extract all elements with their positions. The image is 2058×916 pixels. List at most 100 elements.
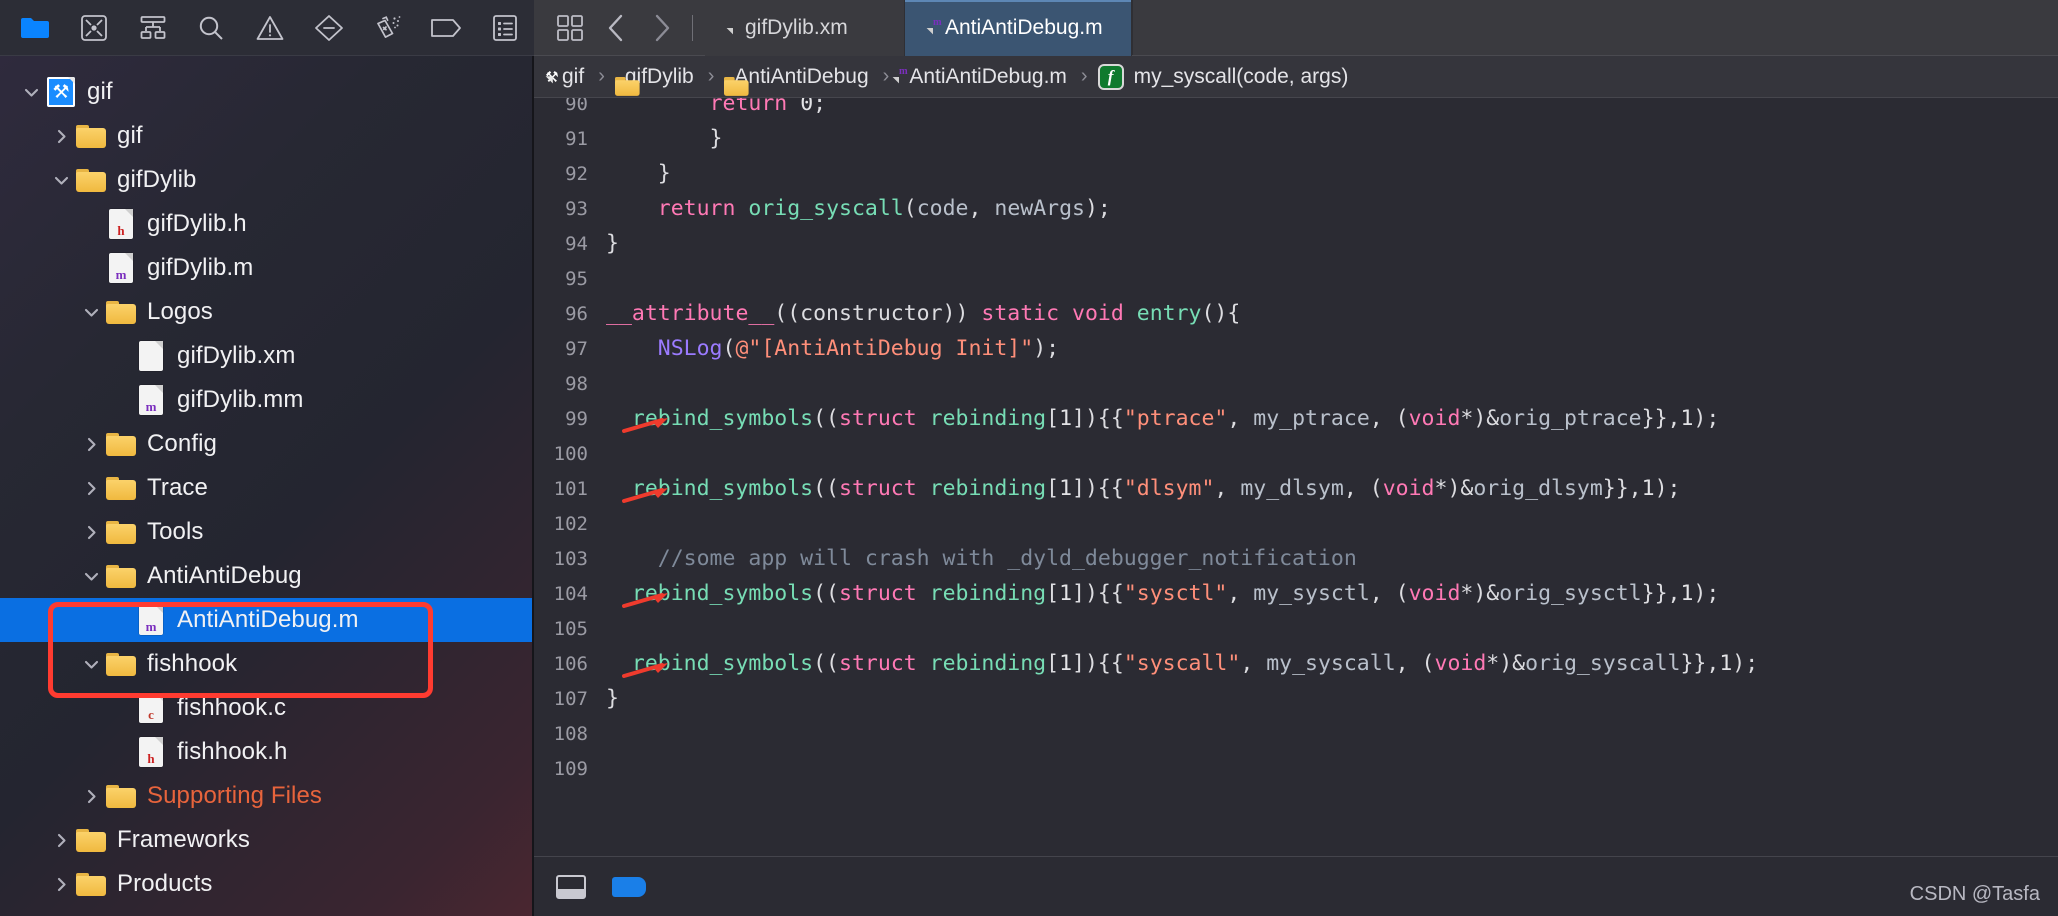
tree-item-gif[interactable]: gif — [0, 114, 534, 158]
disclosure-triangle-icon[interactable] — [48, 172, 74, 189]
disclosure-triangle-icon[interactable] — [78, 524, 104, 541]
tree-item-antiantidebug-m[interactable]: m AntiAntiDebug.m — [0, 598, 534, 642]
tree-item-label: gifDylib.h — [147, 210, 247, 237]
code-token: 1 — [1059, 406, 1073, 431]
code-token: } — [606, 231, 619, 256]
tree-item-products[interactable]: Products — [0, 862, 534, 906]
blue-tag-icon[interactable] — [612, 876, 646, 897]
tree-item-gif[interactable]: gif — [0, 70, 534, 114]
project-navigator[interactable]: gifgif gifDylib h gifDylib.h m gifDylib.m Logo… — [0, 56, 534, 916]
c-document-icon: c — [134, 693, 168, 723]
folder-icon — [74, 872, 108, 896]
xcode-project-icon — [44, 77, 78, 107]
code-token: rebinding — [929, 581, 1047, 606]
tree-item-label: Trace — [147, 474, 208, 501]
console-panel-icon[interactable] — [556, 874, 586, 899]
code-token: ( — [903, 196, 917, 221]
test-diamond-icon[interactable] — [299, 2, 358, 54]
tree-item-tools[interactable]: Tools — [0, 510, 534, 554]
disclosure-triangle-icon[interactable] — [48, 876, 74, 893]
disclosure-triangle-icon[interactable] — [48, 128, 74, 145]
code-text[interactable]: NSLog(@"[AntiAntiDebug Init]"); — [606, 336, 1059, 361]
warning-icon[interactable] — [241, 2, 300, 54]
disclosure-triangle-icon[interactable] — [18, 84, 44, 101]
hierarchy-icon[interactable] — [123, 2, 182, 54]
code-line: 101 rebind_symbols((struct rebinding[1])… — [534, 471, 2058, 506]
code-text[interactable]: return 0; — [606, 98, 827, 116]
back-chevron-icon[interactable] — [594, 0, 638, 56]
code-token: *)& — [1460, 581, 1500, 606]
tree-item-gifdylib[interactable]: gifDylib — [0, 158, 534, 202]
tab-AntiAntiDebug-m[interactable]: m AntiAntiDebug.m — [905, 0, 1132, 56]
breadcrumb-item-gif[interactable]: gif — [552, 65, 588, 89]
code-text[interactable]: } — [606, 231, 619, 256]
line-number: 93 — [565, 197, 588, 220]
breadcrumb-item-AntiAntiDebug-m[interactable]: m AntiAntiDebug.m — [899, 64, 1071, 89]
tree-item-trace[interactable]: Trace — [0, 466, 534, 510]
tree-item-frameworks[interactable]: Frameworks — [0, 818, 534, 862]
code-text[interactable]: } — [606, 686, 619, 711]
debug-spray-icon[interactable] — [358, 2, 417, 54]
tree-item-supporting-files[interactable]: Supporting Files — [0, 774, 534, 818]
source-control-icon[interactable] — [65, 2, 124, 54]
disclosure-triangle-icon[interactable] — [78, 480, 104, 497]
breadcrumb-item-gifDylib[interactable]: gifDylib — [614, 65, 698, 96]
tree-item-label: gifDylib.mm — [177, 386, 304, 413]
code-token: }}, — [1641, 581, 1681, 606]
code-token: entry — [1136, 301, 1202, 326]
code-text[interactable]: __attribute__((constructor)) static void… — [606, 301, 1240, 326]
breakpoint-tag-icon[interactable] — [417, 2, 476, 54]
disclosure-triangle-icon[interactable] — [78, 788, 104, 805]
code-token: ); — [1033, 336, 1060, 361]
breadcrumb-item-AntiAntiDebug[interactable]: AntiAntiDebug — [724, 65, 872, 96]
code-token: } — [606, 161, 671, 186]
code-text[interactable]: rebind_symbols((struct rebinding[1]){{"s… — [606, 581, 1719, 606]
grid-icon[interactable] — [548, 0, 592, 56]
tree-item-label: AntiAntiDebug.m — [177, 606, 359, 633]
breadcrumb-item-my-syscall[interactable]: f my_syscall(code, args) — [1097, 63, 1353, 90]
disclosure-triangle-icon[interactable] — [78, 656, 104, 673]
tree-item-fishhook-c[interactable]: c fishhook.c — [0, 686, 534, 730]
code-token: , — [1214, 476, 1241, 501]
code-text[interactable]: } — [606, 161, 671, 186]
tree-item-gifdylib-xm[interactable]: gifDylib.xm — [0, 334, 534, 378]
disclosure-triangle-icon[interactable] — [48, 832, 74, 849]
tree-item-gifdylib-h[interactable]: h gifDylib.h — [0, 202, 534, 246]
source-editor[interactable]: 90 return 0; 91 } 92 } 93 return orig_sysca… — [534, 98, 2058, 856]
tree-item-gifdylib-mm[interactable]: m gifDylib.mm — [0, 378, 534, 422]
line-number: 92 — [565, 162, 588, 185]
tree-item-antiantidebug[interactable]: AntiAntiDebug — [0, 554, 534, 598]
code-token: rebind_symbols — [631, 651, 814, 676]
code-text[interactable]: return orig_syscall(code, newArgs); — [606, 196, 1111, 221]
tree-item-fishhook-h[interactable]: h fishhook.h — [0, 730, 534, 774]
folder-icon — [104, 564, 138, 588]
code-token: ((constructor)) — [774, 301, 982, 326]
code-token: [ — [1046, 476, 1060, 501]
code-line: 103 //some app will crash with _dyld_deb… — [534, 541, 2058, 576]
tree-item-config[interactable]: Config — [0, 422, 534, 466]
code-token: , — [968, 196, 995, 221]
code-text[interactable]: rebind_symbols((struct rebinding[1]){{"p… — [606, 406, 1719, 431]
tree-item-logos[interactable]: Logos — [0, 290, 534, 334]
line-number: 95 — [565, 267, 588, 290]
code-line: 106 rebind_symbols((struct rebinding[1])… — [534, 646, 2058, 681]
report-list-icon[interactable] — [475, 2, 534, 54]
code-text[interactable]: } — [606, 126, 723, 151]
code-text[interactable]: rebind_symbols((struct rebinding[1]){{"d… — [606, 476, 1681, 501]
disclosure-triangle-icon[interactable] — [78, 436, 104, 453]
code-text[interactable]: rebind_symbols((struct rebinding[1]){{"s… — [606, 651, 1758, 676]
disclosure-triangle-icon[interactable] — [78, 568, 104, 585]
tree-item-gifdylib-m[interactable]: m gifDylib.m — [0, 246, 534, 290]
search-icon[interactable] — [182, 2, 241, 54]
tree-item-fishhook[interactable]: fishhook — [0, 642, 534, 686]
forward-chevron-icon[interactable] — [640, 0, 684, 56]
tab-gifDylib-xm[interactable]: gifDylib.xm — [705, 0, 905, 56]
code-token: ( — [722, 336, 736, 361]
folder-icon[interactable] — [6, 2, 65, 54]
code-text[interactable]: //some app will crash with _dyld_debugge… — [606, 546, 1357, 571]
disclosure-triangle-icon[interactable] — [78, 304, 104, 321]
watermark: CSDN @Tasfa — [1909, 883, 2040, 905]
